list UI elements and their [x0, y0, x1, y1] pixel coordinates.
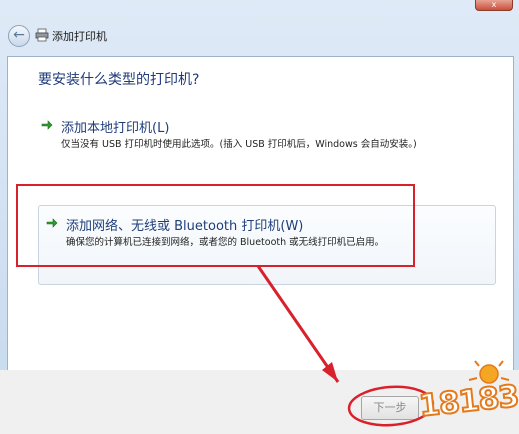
watermark-logo: 18183 — [409, 360, 519, 432]
red-highlight-box — [16, 184, 415, 267]
back-arrow-icon: ← — [13, 27, 25, 43]
back-button[interactable]: ← — [8, 25, 30, 47]
close-button[interactable]: x — [475, 0, 513, 11]
option-local-description: 仅当没有 USB 打印机时使用此选项。(插入 USB 打印机后，Windows … — [61, 139, 417, 150]
option-local-title: 添加本地打印机(L) — [61, 121, 170, 136]
green-arrow-icon — [41, 120, 53, 130]
title-bar: ← 添加打印机 — [0, 20, 519, 52]
printer-icon — [35, 28, 49, 42]
page-heading: 要安装什么类型的打印机? — [38, 72, 200, 88]
window-title: 添加打印机 — [52, 30, 107, 43]
dialog-window: x ← 添加打印机 要安装什么类型的打印机? 添加本地打印机(L) 仅当没有 U… — [0, 0, 519, 434]
close-icon: x — [491, 0, 497, 9]
option-local-printer[interactable]: 添加本地打印机(L) 仅当没有 USB 打印机时使用此选项。(插入 USB 打印… — [41, 117, 481, 153]
